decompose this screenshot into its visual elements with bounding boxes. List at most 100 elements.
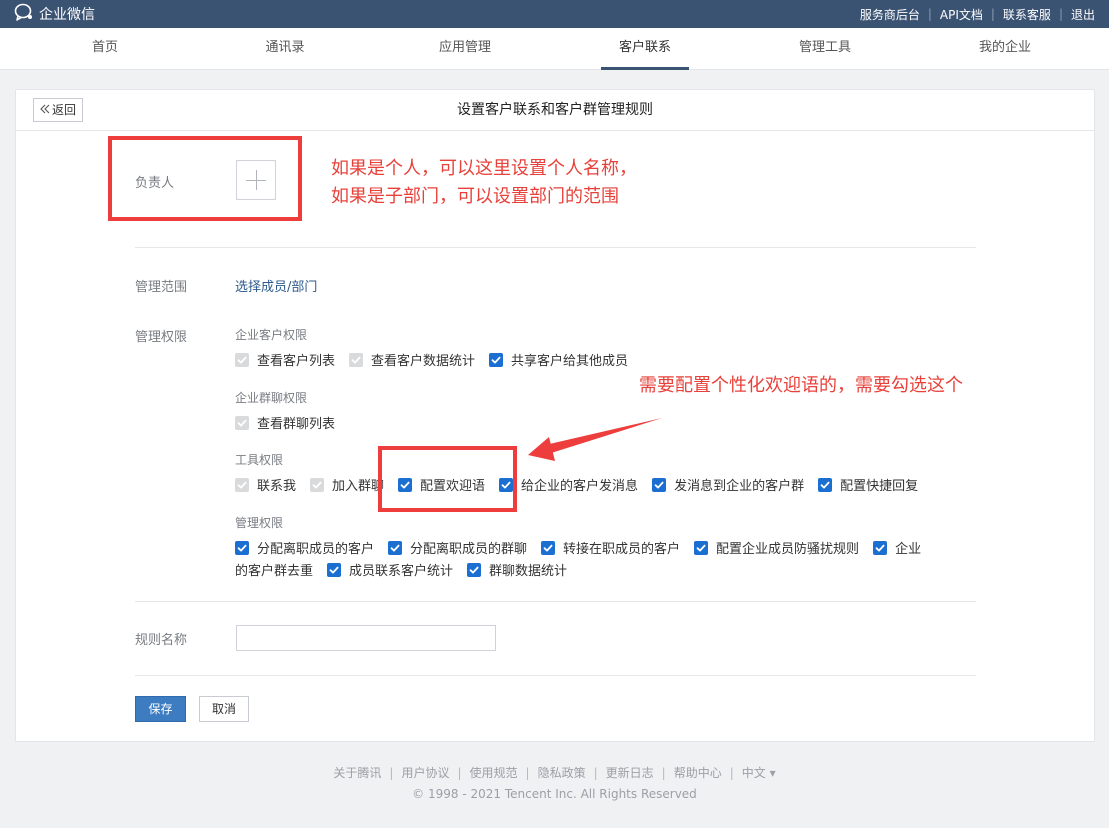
checkbox-label-part: 企业: [895, 542, 922, 557]
checkbox-label: 查看客户列表: [257, 354, 336, 369]
annotation-owner-box: [108, 136, 302, 221]
checkbox-label: 联系我: [257, 479, 297, 494]
separator: |: [1058, 7, 1063, 21]
nav-apps[interactable]: 应用管理: [375, 28, 555, 70]
footer-link-changelog[interactable]: 更新日志: [606, 764, 654, 781]
select-members-link[interactable]: 选择成员/部门: [235, 276, 317, 295]
checkbox-label: 转接在职成员的客户: [563, 542, 681, 557]
checkbox-assign-departed-customers[interactable]: 分配离职成员的客户: [235, 538, 374, 557]
checkbox-icon: [652, 477, 667, 492]
footer-links: 关于腾讯 | 用户协议 | 使用规范 | 隐私政策 | 更新日志 | 帮助中心 …: [0, 764, 1109, 781]
checkbox-icon: [388, 540, 403, 555]
top-bar: 企业微信 服务商后台 | API文档 | 联系客服 | 退出: [0, 0, 1109, 28]
language-select[interactable]: 中文 ▾: [742, 764, 776, 781]
nav-admin-tools[interactable]: 管理工具: [735, 28, 915, 70]
footer-link-about[interactable]: 关于腾讯: [333, 764, 381, 781]
checkbox-label: 加入群聊: [332, 479, 385, 494]
checkbox-anti-harassment-rules[interactable]: 配置企业成员防骚扰规则: [694, 538, 859, 557]
checkbox-view-customer-stats[interactable]: 查看客户数据统计: [349, 350, 475, 369]
app-logo[interactable]: 企业微信: [14, 3, 95, 25]
checkbox-message-customer-groups[interactable]: 发消息到企业的客户群: [652, 475, 804, 494]
scope-label: 管理范围: [135, 280, 188, 295]
rule-name-label: 规则名称: [135, 633, 188, 648]
checkbox-label: 配置企业成员防骚扰规则: [716, 542, 860, 557]
checkbox-label: 分配离职成员的群聊: [410, 542, 528, 557]
top-link-support[interactable]: 联系客服: [1003, 6, 1051, 23]
checkbox-icon: [235, 352, 249, 367]
checkbox-label: 查看群聊列表: [257, 417, 336, 432]
checkbox-view-customer-list[interactable]: 查看客户列表: [235, 350, 335, 369]
top-links: 服务商后台 | API文档 | 联系客服 | 退出: [860, 0, 1095, 28]
annotation-owner-note-1: 如果是个人，可以这里设置个人名称，: [331, 158, 637, 179]
checkbox-icon: [818, 477, 833, 492]
separator: |: [389, 765, 394, 780]
checkbox-icon: [235, 415, 249, 430]
footer: 关于腾讯 | 用户协议 | 使用规范 | 隐私政策 | 更新日志 | 帮助中心 …: [0, 764, 1109, 802]
back-button[interactable]: 返回: [33, 98, 84, 122]
checkbox-transfer-active-customers[interactable]: 转接在职成员的客户: [541, 538, 680, 557]
checkbox-label-part: 的客户群去重: [235, 564, 314, 579]
checkbox-share-customers[interactable]: 共享客户给其他成员: [489, 350, 628, 369]
back-label: 返回: [52, 103, 77, 117]
double-chevron-left-icon: [40, 99, 50, 121]
checkbox-group-chat-stats[interactable]: 群聊数据统计: [467, 560, 567, 579]
top-link-logout[interactable]: 退出: [1071, 6, 1095, 23]
save-button[interactable]: 保存: [135, 696, 186, 722]
checkbox-label: 配置快捷回复: [840, 479, 919, 494]
cancel-button[interactable]: 取消: [199, 696, 249, 722]
annotation-welcome-box: [378, 446, 517, 512]
separator: |: [525, 765, 530, 780]
group-title-group-chat: 企业群聊权限: [235, 391, 308, 405]
checkbox-label: 分配离职成员的客户: [257, 542, 375, 557]
wecom-logo-icon: [14, 3, 34, 25]
checkbox-label: 查看客户数据统计: [371, 354, 476, 369]
divider: [135, 601, 976, 602]
copyright: © 1998 - 2021 Tencent Inc. All Rights Re…: [412, 787, 697, 801]
separator: |: [927, 7, 932, 21]
checkbox-row-customer: 查看客户列表 查看客户数据统计 共享客户给其他成员: [235, 350, 642, 369]
checkbox-label: 共享客户给其他成员: [511, 354, 629, 369]
checkbox-member-contact-stats[interactable]: 成员联系客户统计: [327, 560, 453, 579]
checkbox-row-tools: 联系我 加入群聊 配置欢迎语 给企业的客户发消息 发消息到企业的客户群 配置快捷…: [235, 475, 918, 494]
separator: |: [661, 765, 666, 780]
divider: [135, 247, 976, 248]
group-title-tools: 工具权限: [235, 453, 284, 467]
checkbox-icon: [694, 540, 709, 555]
footer-link-privacy[interactable]: 隐私政策: [538, 764, 586, 781]
rule-name-input[interactable]: [236, 625, 496, 651]
checkbox-contact-me[interactable]: 联系我: [235, 475, 296, 494]
checkbox-icon: [489, 352, 504, 367]
separator: |: [457, 765, 462, 780]
checkbox-icon: [541, 540, 556, 555]
checkbox-view-group-chat-list[interactable]: 查看群聊列表: [235, 413, 335, 432]
nav-my-company[interactable]: 我的企业: [915, 28, 1095, 70]
checkbox-row-management-2: 的客户群去重 成员联系客户统计 群聊数据统计: [235, 560, 581, 579]
checkbox-dedupe-customer-groups[interactable]: 企业: [873, 538, 921, 557]
checkbox-message-customers[interactable]: 给企业的客户发消息: [499, 475, 638, 494]
footer-link-help[interactable]: 帮助中心: [674, 764, 722, 781]
nav-home[interactable]: 首页: [15, 28, 195, 70]
annotation-welcome-note: 需要配置个性化欢迎语的，需要勾选这个: [639, 375, 963, 396]
group-title-management: 管理权限: [235, 516, 284, 530]
checkbox-icon: [310, 477, 325, 492]
top-link-partner[interactable]: 服务商后台: [860, 6, 920, 23]
separator: |: [593, 765, 598, 780]
nav-customer-contact[interactable]: 客户联系: [555, 28, 735, 70]
checkbox-join-group-chat[interactable]: 加入群聊: [310, 475, 384, 494]
checkbox-icon: [467, 562, 482, 577]
footer-link-usage-rules[interactable]: 使用规范: [470, 764, 518, 781]
annotation-owner-note-2: 如果是子部门，可以设置部门的范围: [331, 186, 619, 207]
checkbox-label: 发消息到企业的客户群: [674, 479, 805, 494]
top-link-api-docs[interactable]: API文档: [940, 6, 983, 23]
nav-contacts[interactable]: 通讯录: [195, 28, 375, 70]
page-title: 设置客户联系和客户群管理规则: [457, 102, 653, 118]
checkbox-icon: [873, 540, 888, 555]
checkbox-assign-departed-group-chats[interactable]: 分配离职成员的群聊: [388, 538, 527, 557]
permissions-label: 管理权限: [135, 330, 188, 345]
main-nav: 首页 通讯录 应用管理 客户联系 管理工具 我的企业: [0, 28, 1109, 70]
separator: |: [729, 765, 734, 780]
group-title-customer: 企业客户权限: [235, 328, 308, 342]
checkbox-quick-replies[interactable]: 配置快捷回复: [818, 475, 918, 494]
checkbox-label: 群聊数据统计: [489, 564, 568, 579]
footer-link-user-agreement[interactable]: 用户协议: [401, 764, 449, 781]
